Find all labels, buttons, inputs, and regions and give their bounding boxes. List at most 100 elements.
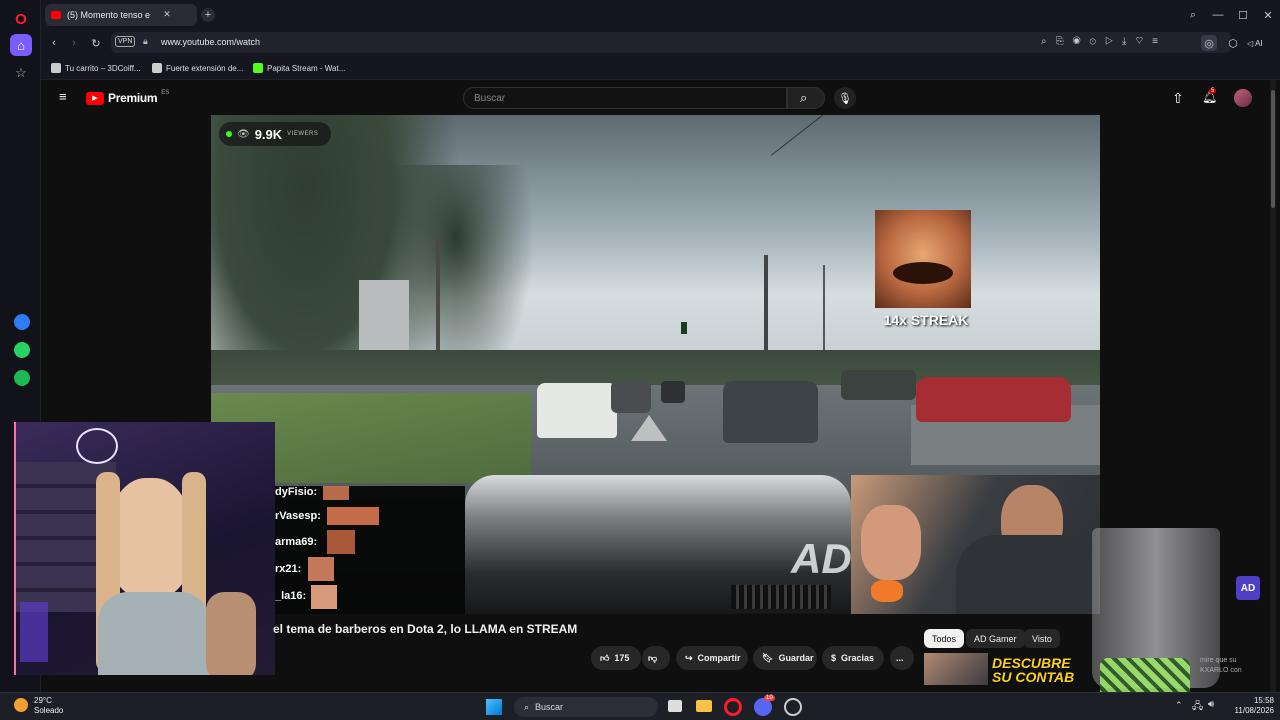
chip-ad-gamer[interactable]: AD Gamer: [966, 629, 1025, 648]
tab-title: (5) Momento tenso e: [67, 10, 151, 20]
chat-emote-icon: [327, 530, 355, 554]
forward-button[interactable]: ›: [67, 36, 81, 50]
bookmarks-bar: Tu carrito – 3DCoiff... Fuerte extensión…: [41, 56, 1280, 80]
chat-username: rx21:: [275, 563, 302, 575]
opera-taskbar-icon[interactable]: [724, 698, 742, 716]
search-icon: ⌕: [524, 701, 530, 712]
weather-widget[interactable]: 29°C Soleado: [34, 696, 63, 716]
recommended-thumbnail[interactable]: [924, 653, 988, 685]
file-explorer-icon[interactable]: [696, 700, 712, 712]
home-icon[interactable]: ⌂: [10, 34, 32, 56]
maximize-button[interactable]: ☐: [1236, 8, 1250, 22]
messenger-icon[interactable]: [14, 314, 30, 330]
like-button[interactable]: 👍︎ 175: [591, 646, 641, 670]
whatsapp-icon[interactable]: [14, 342, 30, 358]
page-scrollbar[interactable]: [1270, 80, 1276, 692]
dislike-button[interactable]: 👎︎: [642, 646, 670, 670]
network-icon[interactable]: 🖧︎: [1192, 699, 1203, 716]
youtube-logo[interactable]: ▶ Premium ES: [86, 90, 169, 105]
discord-badge: 10: [764, 695, 775, 701]
task-view-icon[interactable]: [668, 700, 682, 712]
profile-icon[interactable]: ◎: [1201, 35, 1217, 51]
bookmark-icon: 🔖︎: [762, 652, 774, 663]
chat-username: rVasesp:: [275, 510, 321, 522]
taskbar-search[interactable]: ⌕ Buscar: [514, 697, 658, 717]
bookmark-favicon-icon: [51, 63, 61, 73]
streak-label: 14x STREAK: [883, 312, 969, 328]
minimize-button[interactable]: —: [1211, 8, 1225, 22]
windows-start-icon[interactable]: [486, 699, 502, 715]
streamer-arm: [206, 592, 256, 675]
ai-button[interactable]: ◁ AI: [1247, 35, 1273, 51]
background-building: [359, 280, 409, 355]
chat-emote-icon: [327, 507, 379, 525]
search-tabs-icon[interactable]: ⌕: [1186, 8, 1200, 22]
weather-sun-icon[interactable]: [14, 698, 28, 712]
chat-username: _la16:: [275, 590, 307, 602]
star-icon[interactable]: ☆: [10, 62, 32, 84]
pickup-truck: [841, 370, 916, 400]
share-icon: ↪: [685, 652, 693, 663]
chat-emote-icon: [311, 585, 337, 609]
reactor-face: [861, 505, 921, 580]
chip-visto[interactable]: Visto: [1024, 629, 1060, 648]
more-actions-button[interactable]: ...: [890, 646, 914, 670]
reload-button[interactable]: ↻: [89, 36, 103, 50]
orange-object: [871, 580, 903, 602]
promo-text: DESCUBRE SU CONTAB: [992, 655, 1075, 685]
bookmark-item[interactable]: Fuerte extensión de...: [152, 61, 243, 75]
active-tab[interactable]: (5) Momento tenso e: [45, 4, 197, 26]
traffic-light: [681, 322, 687, 334]
live-dot-icon: [226, 131, 232, 137]
steam-icon[interactable]: [784, 698, 802, 716]
thumbs-up-icon: 👍︎: [600, 652, 610, 663]
bookmark-favicon-icon: [253, 63, 263, 73]
road-arrow: [631, 415, 667, 441]
url-field[interactable]: VPN 🔒︎ www.youtube.com/watch ⌕⎘◉⊙▷⤓♡≡: [111, 32, 1231, 53]
taskbar-clock[interactable]: 15:58 11/08/2026: [1222, 696, 1274, 716]
vpn-badge[interactable]: VPN: [115, 36, 136, 47]
address-bar-row: ‹ › ↻ VPN 🔒︎ www.youtube.com/watch ⌕⎘◉⊙▷…: [41, 29, 1280, 56]
scrollbar-thumb[interactable]: [1271, 90, 1275, 208]
youtube-favicon-icon: [51, 11, 61, 19]
upload-icon[interactable]: ⇧: [1172, 90, 1184, 107]
system-tray-icon[interactable]: ⌃: [1175, 700, 1183, 711]
lock-icon: 🔒︎: [143, 36, 148, 46]
tab-close-icon[interactable]: ✕: [161, 8, 173, 20]
streamer-top: [98, 592, 210, 675]
close-window-button[interactable]: ✕: [1261, 8, 1275, 22]
search-input[interactable]: Buscar: [463, 87, 787, 109]
car: [611, 381, 651, 413]
microphone-icon: 🎙︎: [838, 92, 852, 105]
bookmark-item[interactable]: Tu carrito – 3DCoiff...: [51, 61, 141, 75]
chat-username: dyFisio:: [275, 486, 318, 498]
avatar[interactable]: [1234, 89, 1252, 107]
share-button[interactable]: ↪ Compartir: [676, 646, 748, 670]
chip-todos[interactable]: Todos: [924, 629, 965, 648]
red-car: [916, 377, 1071, 422]
url-bar-actions-icon[interactable]: ⌕⎘◉⊙▷⤓♡≡: [1041, 36, 1167, 47]
reactor-jacket: [956, 535, 1100, 614]
chat-emote-icon: [308, 557, 334, 581]
hamburger-menu-icon[interactable]: ≡: [59, 90, 71, 103]
search-button[interactable]: ⌕: [787, 87, 825, 109]
streamer-face: [108, 478, 192, 598]
emote-mouth: [893, 262, 953, 284]
voice-search-button[interactable]: 🎙︎: [834, 87, 856, 109]
channel-avatar[interactable]: AD: [1236, 576, 1260, 600]
youtube-header: ≡ ▶ Premium ES Buscar ⌕ 🎙︎ ⇧ 🔔︎ 5: [41, 80, 1280, 116]
streamer-webcam: [14, 422, 275, 675]
extensions-icon[interactable]: ⬡: [1225, 35, 1241, 51]
recommended-meta: mire que su KXARLO con: [1200, 657, 1242, 674]
bookmark-item[interactable]: Papita Stream - Wat...: [253, 61, 345, 75]
save-button[interactable]: 🔖︎ Guardar: [753, 646, 817, 670]
spotify-icon[interactable]: [14, 370, 30, 386]
back-button[interactable]: ‹: [47, 36, 61, 50]
opera-logo-icon[interactable]: O: [10, 8, 32, 30]
chat-emote-icon: [323, 486, 349, 500]
chat-overlay: dyFisio: rVasesp: arma69: rx21: _la16:: [275, 486, 465, 614]
volume-icon[interactable]: 🔊︎: [1208, 699, 1214, 710]
thanks-button[interactable]: $ Gracias: [822, 646, 884, 670]
bookmark-favicon-icon: [152, 63, 162, 73]
new-tab-button[interactable]: +: [201, 8, 215, 22]
